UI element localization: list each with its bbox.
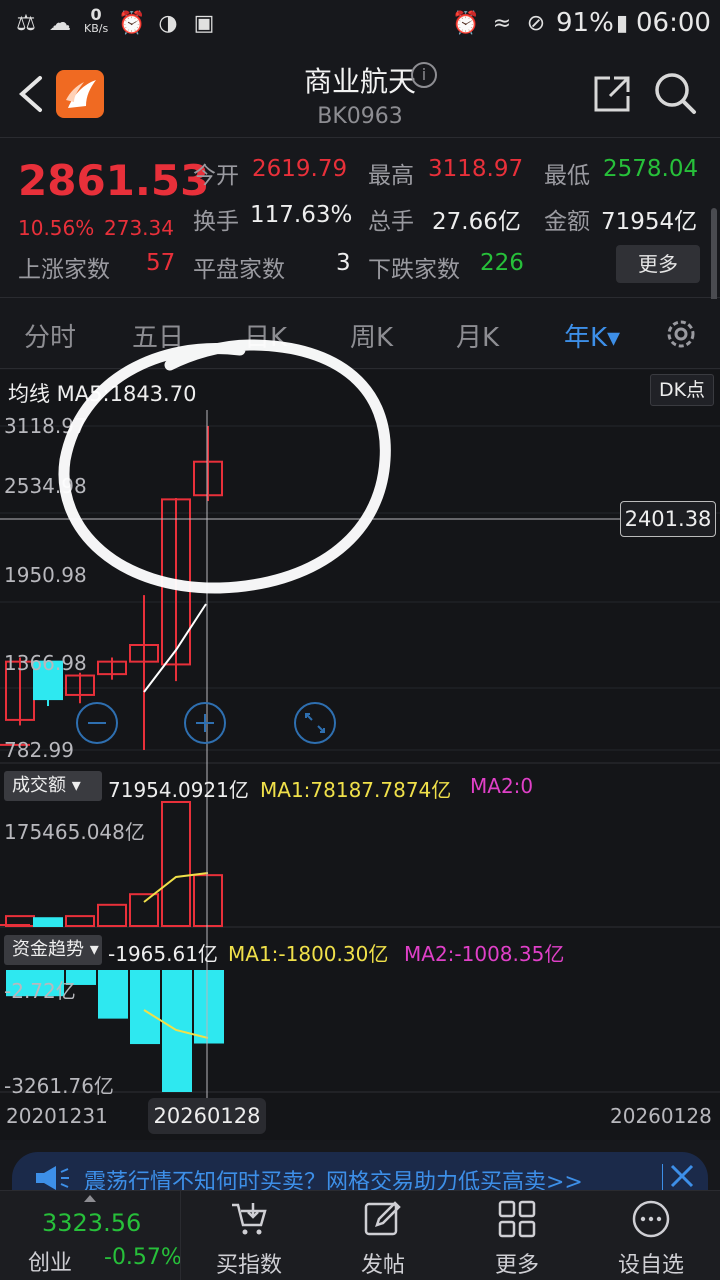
advancers-value: 57 (146, 250, 176, 276)
open-label: 今开 (193, 163, 239, 189)
high-label: 最高 (368, 163, 414, 189)
nav-add-watchlist[interactable]: 设自选 (584, 1191, 718, 1280)
volume-bar (97, 903, 127, 928)
decliners-label: 下跌家数 (368, 257, 460, 283)
date-axis-end: 20260128 (610, 1104, 712, 1128)
high-value: 3118.97 (428, 156, 524, 182)
clock: 06:00 (636, 8, 711, 38)
volume-indicator-selector[interactable]: 成交额 ▾ (4, 771, 102, 801)
nav-label: 设自选 (617, 1253, 684, 1278)
bottom-nav: 3323.56 创业 -0.57% 买指数 发帖 更多 设自选 (0, 1190, 720, 1280)
volume-ma1: MA1:78187.7874亿 (260, 778, 452, 802)
volume-ma1-line (143, 872, 209, 903)
fund-flow-value: -1965.61亿 (108, 942, 218, 966)
amount-value: 71954亿 (601, 209, 698, 235)
date-axis-start: 20201231 (6, 1104, 108, 1128)
index-value[interactable]: 3323.56 (42, 1209, 141, 1237)
index-name[interactable]: 创业 (28, 1245, 72, 1277)
dk-point-button[interactable]: DK点 (650, 374, 714, 406)
quote-panel: 2861.53 10.56% 273.34 今开 2619.79 最高 3118… (0, 138, 720, 338)
nav-label: 买指数 (215, 1253, 282, 1278)
tab-monthly-k[interactable]: 月K (456, 317, 499, 354)
fund-flow-indicator-selector[interactable]: 资金趋势 ▾ (4, 935, 102, 965)
do-not-disturb-icon: ⊘ (526, 11, 546, 36)
change-percent: 10.56% (18, 216, 95, 240)
fund-flow-bar (194, 970, 224, 1044)
grid-icon (498, 1200, 536, 1238)
status-bar: ⚖ ☁ 0 KB/s ⏰ ◑ ▣ ⏰ ≈ ⊘ 91% ▮ 06:00 (0, 0, 720, 50)
volume-bar (33, 917, 63, 928)
volume-bar (65, 915, 95, 927)
zoom-in-icon[interactable] (182, 700, 228, 746)
volume-value: 71954.0921亿 (108, 778, 249, 802)
open-value: 2619.79 (252, 156, 348, 182)
volume-bar (161, 801, 191, 927)
speaker-icon (36, 1166, 69, 1190)
volume-axis-top: 175465.048亿 (4, 820, 145, 844)
nav-divider (180, 1191, 181, 1280)
change-amount: 273.34 (104, 216, 174, 240)
battery-percent: 91% (556, 8, 614, 38)
share-icon[interactable] (590, 72, 634, 116)
volume-ma2: MA2:0 (470, 774, 534, 798)
low-value: 2578.04 (603, 156, 699, 182)
wifi-icon: ≈ (492, 11, 512, 36)
fund-flow-axis-bottom: -3261.76亿 (4, 1074, 114, 1098)
net-speed-value: 0 (90, 5, 102, 24)
fullscreen-icon[interactable] (292, 700, 338, 746)
advancers-label: 上涨家数 (18, 257, 110, 283)
search-icon[interactable] (652, 70, 698, 116)
nav-label: 发帖 (360, 1253, 405, 1278)
nav-buy-index[interactable]: 买指数 (182, 1191, 316, 1280)
gear-icon[interactable] (662, 315, 700, 353)
zoom-out-icon[interactable] (74, 700, 120, 746)
fund-flow-ma1: MA1:-1800.30亿 (228, 942, 389, 966)
amount-label: 金额 (544, 209, 590, 235)
last-price: 2861.53 (18, 156, 210, 205)
volume-bar (193, 874, 223, 928)
lock-icon: ▣ (193, 11, 215, 36)
fund-flow-bar (130, 970, 160, 1045)
volume-value: 27.66亿 (432, 209, 521, 235)
unchanged-label: 平盘家数 (193, 257, 285, 283)
price-axis-label: 1366.98 (4, 651, 87, 675)
unchanged-value: 3 (336, 250, 351, 276)
nav-label: 更多 (494, 1253, 539, 1278)
expand-up-icon[interactable] (84, 1195, 96, 1202)
tab-yearly-k[interactable]: 年K▾ (564, 317, 620, 354)
cart-icon (232, 1203, 267, 1235)
fund-flow-ma2: MA2:-1008.35亿 (404, 942, 565, 966)
price-axis-label: 782.99 (4, 738, 74, 762)
close-icon[interactable] (662, 1160, 696, 1194)
nav-more[interactable]: 更多 (450, 1191, 584, 1280)
net-speed: 0 KB/s (84, 5, 109, 36)
turnover-label: 换手 (193, 209, 239, 235)
turnover-value: 117.63% (250, 202, 353, 228)
more-button[interactable]: 更多 (616, 245, 700, 283)
edit-icon (364, 1201, 401, 1236)
alarm-icon: ⏰ (118, 11, 146, 36)
crosshair-price-tag: 2401.38 (620, 501, 716, 537)
crosshair-date-tag: 20260128 (148, 1098, 266, 1134)
alarm-icon-right: ⏰ (452, 11, 480, 36)
more-dots-icon (632, 1200, 670, 1238)
low-label: 最低 (544, 163, 590, 189)
nav-post[interactable]: 发帖 (316, 1191, 450, 1280)
fund-flow-axis-top: -2.72亿 (4, 979, 76, 1003)
app-header: 商业航天 i BK0963 (0, 50, 720, 138)
kline-chart-area[interactable]: 均线 MA5:1843.70 DK点 3118.97 2534.98 1950.… (0, 339, 720, 1140)
weather-icon: ☁ (49, 11, 71, 36)
decliners-value: 226 (480, 250, 524, 276)
fund-flow-bar (98, 970, 128, 1019)
volume-label: 总手 (368, 209, 414, 235)
info-icon[interactable]: i (411, 62, 437, 88)
index-percent[interactable]: -0.57% (104, 1245, 182, 1270)
volume-bar (129, 893, 159, 928)
hand-drawn-circle-annotation (58, 339, 391, 594)
shield-icon: ◑ (158, 11, 178, 36)
notification-icon: ⚖ (16, 11, 36, 36)
battery-icon: ▮ (615, 11, 629, 36)
net-speed-unit: KB/s (84, 22, 109, 35)
